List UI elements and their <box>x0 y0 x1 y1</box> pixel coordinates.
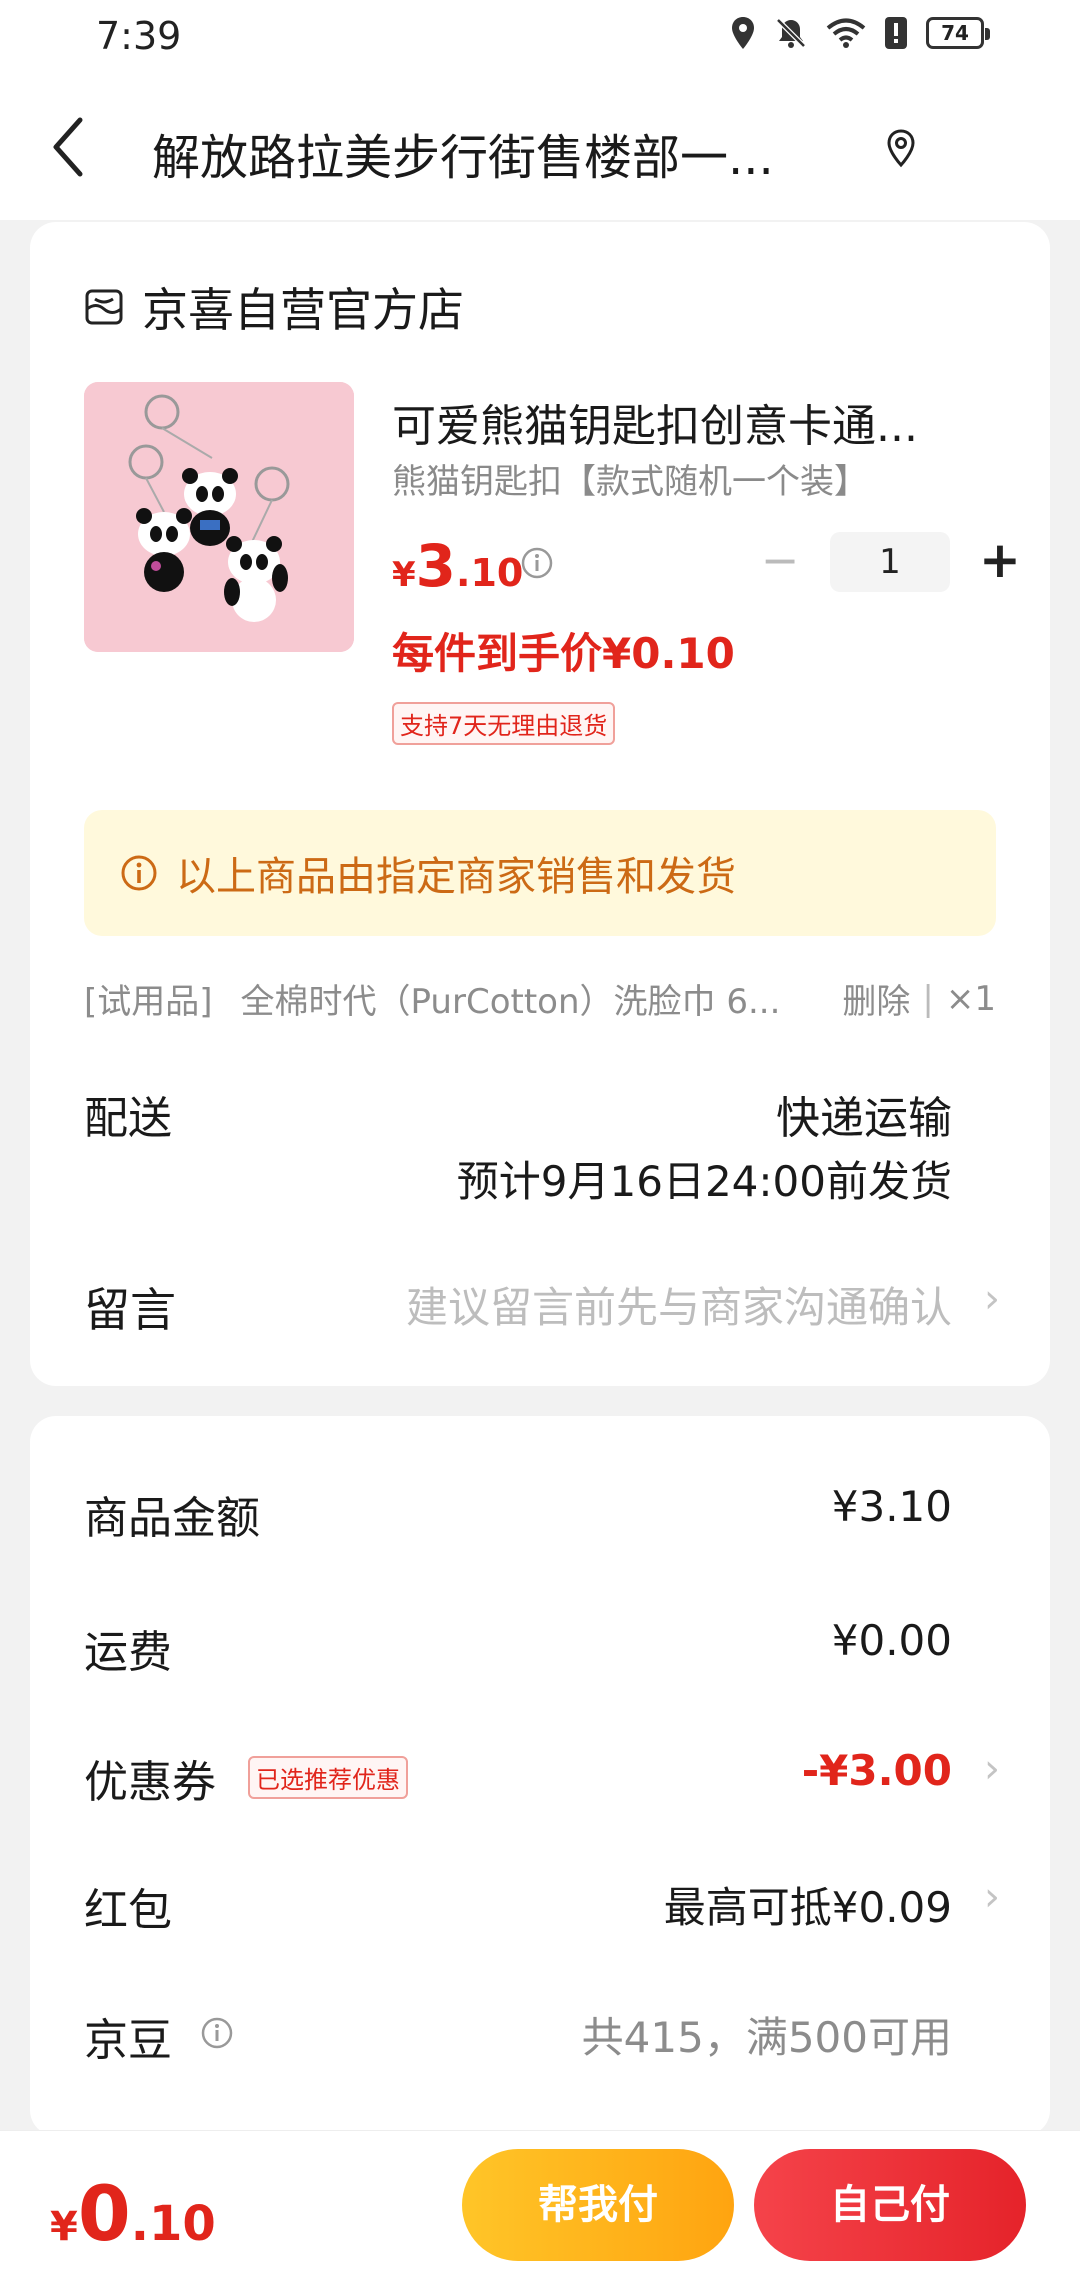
jingdou-label: 京豆 <box>84 2015 172 2066</box>
chevron-right-icon: › <box>984 1746 1000 1792</box>
message-input[interactable]: 建议留言前先与商家沟通确认 <box>406 1274 952 1335</box>
trial-separator: | <box>922 978 934 1019</box>
product-spec: 熊猫钥匙扣【款式随机一个装】 <box>392 462 868 502</box>
freight-value: ¥0.00 <box>831 1616 952 1665</box>
shipping-method[interactable]: 快递运输 <box>776 1082 952 1146</box>
store-row[interactable]: 京喜自营官方店 <box>84 274 464 340</box>
battery-icon: 74 <box>926 17 990 49</box>
price-decimal: .10 <box>456 551 524 595</box>
store-icon <box>85 289 123 325</box>
coupon-label[interactable]: 优惠券 <box>84 1746 216 1810</box>
location-status-icon <box>732 17 754 49</box>
trial-item-row: [试用品] 全棉时代（PurCotton）洗脸巾 6... 删除 | ×1 <box>84 974 996 1023</box>
location-pin-icon <box>887 129 915 168</box>
help-me-pay-button[interactable]: 帮我付 <box>462 2149 734 2261</box>
price-currency: ¥ <box>392 555 416 595</box>
address-title[interactable]: 解放路拉美步行街售楼部一... <box>152 118 872 188</box>
chevron-right-icon: › <box>984 1276 1000 1322</box>
price-integer: 3 <box>415 532 457 600</box>
pay-myself-button[interactable]: 自己付 <box>754 2149 1026 2261</box>
quantity-increase-button[interactable]: + <box>970 532 1030 592</box>
trial-item-name: 全棉时代（PurCotton）洗脸巾 6... <box>240 982 781 1022</box>
quantity-stepper: − 1 + <box>750 532 1030 592</box>
trial-count: ×1 <box>945 978 996 1019</box>
chevron-right-icon: › <box>984 1874 1000 1920</box>
store-name: 京喜自营官方店 <box>142 283 464 337</box>
trial-delete-button[interactable]: 删除 <box>842 974 910 1023</box>
quantity-decrease-button[interactable]: − <box>750 532 810 592</box>
coupon-recommend-badge: 已选推荐优惠 <box>248 1756 408 1799</box>
seller-notice: 以上商品由指定商家销售和发货 <box>84 810 996 936</box>
red-packet-label[interactable]: 红包 <box>84 1874 172 1938</box>
red-packet-value[interactable]: 最高可抵¥0.09 <box>664 1874 952 1935</box>
jingdou-info-button[interactable] <box>200 2016 234 2054</box>
page-header: 解放路拉美步行街售楼部一... <box>0 80 1080 220</box>
freight-label: 运费 <box>84 1627 172 1678</box>
coupon-value[interactable]: -¥3.00 <box>802 1746 952 1795</box>
message-label: 留言 <box>84 1283 176 1337</box>
panda-keychain-image <box>84 382 354 652</box>
order-card: 京喜自营官方店 可爱熊猫钥匙扣创意卡通... 熊猫钥匙扣【款式随机一个装】 ¥ … <box>30 222 1050 1386</box>
status-bar: 7:39 74 <box>0 0 1080 80</box>
product-price: ¥ 3 .10 <box>392 532 523 600</box>
jingdou-value: 共415，满500可用 <box>581 2013 952 2062</box>
total-currency: ¥ <box>50 2204 78 2250</box>
price-info-button[interactable] <box>520 546 554 584</box>
quantity-input[interactable]: 1 <box>830 532 950 592</box>
wifi-icon <box>826 18 866 48</box>
total-decimal: .10 <box>130 2196 216 2252</box>
trial-tag: [试用品] <box>84 982 213 1022</box>
mute-bell-icon <box>776 18 806 48</box>
total-price: ¥ 0 .10 <box>50 2169 216 2258</box>
sim-alert-icon <box>885 17 907 49</box>
goods-amount-label: 商品金额 <box>84 1493 260 1544</box>
shipping-label: 配送 <box>84 1093 172 1144</box>
status-time: 7:39 <box>96 14 182 58</box>
shipping-time: 预计9月16日24:00前发货 <box>456 1157 952 1206</box>
chevron-left-icon <box>53 117 83 177</box>
back-button[interactable] <box>48 112 108 192</box>
info-icon <box>121 855 157 891</box>
unit-final-price: 每件到手价¥0.10 <box>392 629 735 678</box>
product-title[interactable]: 可爱熊猫钥匙扣创意卡通... <box>392 390 1002 454</box>
status-icons: 74 <box>730 16 990 50</box>
product-image[interactable] <box>84 382 354 652</box>
info-icon <box>201 2017 233 2049</box>
info-icon <box>521 547 553 579</box>
location-button[interactable] <box>884 128 918 172</box>
price-summary-card: 商品金额 ¥3.10 运费 ¥0.00 优惠券 已选推荐优惠 -¥3.00 › … <box>30 1416 1050 2136</box>
seller-notice-text: 以上商品由指定商家销售和发货 <box>176 854 736 900</box>
checkout-bar: ¥ 0 .10 帮我付 自己付 <box>0 2130 1080 2280</box>
total-integer: 0 <box>77 2169 131 2258</box>
return-policy-badge: 支持7天无理由退货 <box>392 702 616 745</box>
goods-amount-value: ¥3.10 <box>831 1482 952 1531</box>
